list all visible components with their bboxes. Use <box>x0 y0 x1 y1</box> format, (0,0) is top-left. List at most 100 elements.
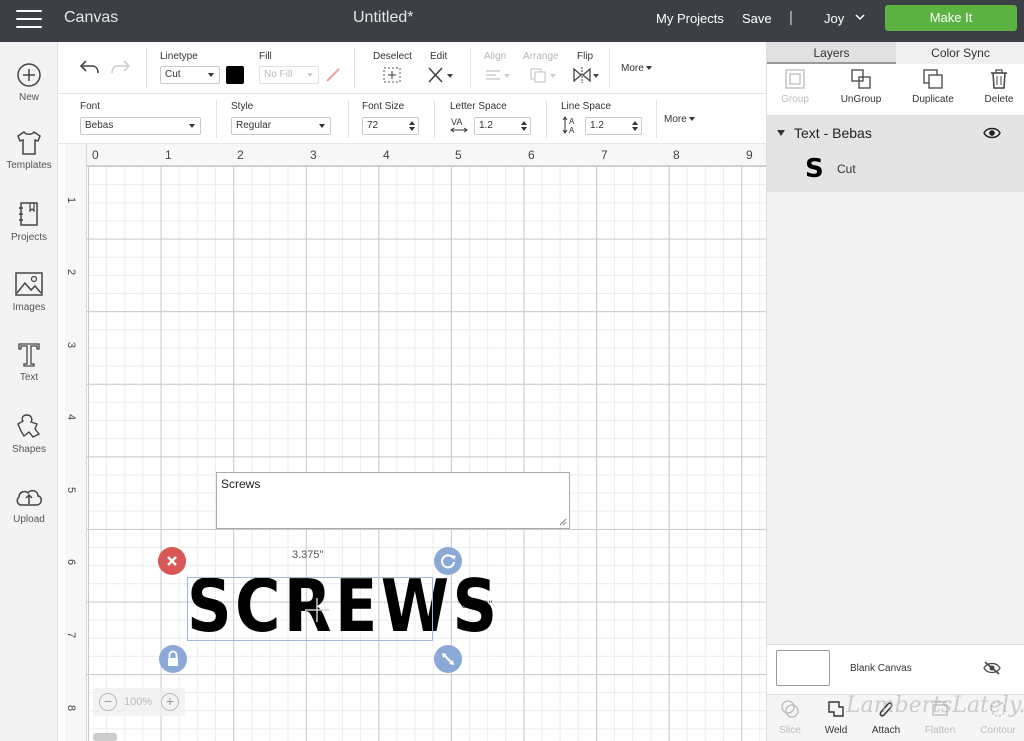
user-menu[interactable]: Joy <box>824 11 844 26</box>
duplicate-button[interactable]: Duplicate <box>901 68 965 105</box>
style-value: Regular <box>236 120 272 131</box>
align-label: Align <box>484 51 507 62</box>
zoom-in-button[interactable]: + <box>161 693 179 711</box>
line-space-input[interactable]: 1.2 <box>585 117 642 135</box>
toolbar-divider <box>146 48 147 88</box>
sidebar-item-label: Upload <box>13 514 45 525</box>
linetype-value: Cut <box>165 69 181 80</box>
sidebar-item-images[interactable]: Images <box>0 270 58 313</box>
rotate-icon <box>441 554 456 569</box>
svg-text:VA: VA <box>451 117 462 127</box>
font-size-input[interactable]: 72 <box>362 117 419 135</box>
eye-off-icon[interactable] <box>983 661 1001 675</box>
sidebar-item-label: Text <box>19 372 39 383</box>
notebook-icon <box>19 202 38 226</box>
chevron-down-icon[interactable] <box>777 130 785 136</box>
sidebar-item-templates[interactable]: Templates <box>0 130 58 171</box>
top-bar: Canvas Untitled* My Projects Save | Joy … <box>0 0 1024 42</box>
ruler-tick-label: 5 <box>455 148 462 162</box>
stepper-icon[interactable] <box>521 120 527 132</box>
line-space-icon: AA <box>562 116 575 135</box>
save-button[interactable]: Save <box>742 11 772 26</box>
weld-label: Weld <box>824 725 848 736</box>
zoom-out-button[interactable]: − <box>99 693 117 711</box>
sidebar-item-projects[interactable]: Projects <box>0 200 58 243</box>
tab-color-sync[interactable]: Color Sync <box>896 42 1024 64</box>
document-title[interactable]: Untitled* <box>353 9 413 27</box>
sidebar-item-text[interactable]: Text <box>0 340 58 383</box>
shapes-icon <box>17 414 41 438</box>
blank-canvas-row[interactable]: Blank Canvas <box>767 644 1024 694</box>
fill-select: No Fill <box>259 66 319 84</box>
horizontal-scrollbar[interactable] <box>93 733 117 741</box>
text-edit-box[interactable]: Screws <box>216 472 570 529</box>
resize-arrows-icon <box>442 653 454 665</box>
shirt-icon <box>17 130 41 155</box>
blank-canvas-swatch[interactable] <box>776 650 830 686</box>
sidebar-item-label: New <box>18 92 39 103</box>
toolbar-divider <box>354 48 355 88</box>
delete-handle[interactable] <box>158 547 186 575</box>
flip-icon[interactable] <box>571 65 601 85</box>
ruler-tick-label: 2 <box>65 268 78 276</box>
image-icon <box>15 272 43 296</box>
ungroup-label: UnGroup <box>840 94 882 105</box>
ruler-tick-label: 9 <box>746 148 753 162</box>
deselect-icon[interactable] <box>382 66 402 84</box>
layer-name: Text - Bebas <box>794 125 872 141</box>
tab-layers[interactable]: Layers <box>767 42 896 64</box>
flatten-label: Flatten <box>924 725 956 736</box>
linetype-select[interactable]: Cut <box>160 66 220 84</box>
sidebar-item-upload[interactable]: Upload <box>0 484 58 525</box>
edit-tools-icon[interactable] <box>426 65 454 85</box>
sidebar-item-new[interactable]: New <box>0 62 58 103</box>
svg-text:A: A <box>569 126 575 135</box>
hamburger-menu-icon[interactable] <box>16 10 42 30</box>
edit-toolbar: Linetype Cut Fill No Fill Deselect Edit … <box>58 42 766 94</box>
letter-space-icon: VA <box>450 117 468 133</box>
toolbar-divider <box>470 48 471 88</box>
make-it-button[interactable]: Make It <box>885 5 1017 31</box>
more-text-menu-button[interactable]: More <box>664 114 695 125</box>
chevron-down-icon[interactable] <box>855 12 865 22</box>
linetype-color-swatch[interactable] <box>226 66 244 84</box>
move-crosshair-icon <box>305 598 329 622</box>
ruler-tick-label: 3 <box>65 341 78 349</box>
font-select[interactable]: Bebas <box>80 117 201 135</box>
group-button: Group <box>763 68 827 105</box>
more-label: More <box>664 114 687 125</box>
layer-group-text-bebas[interactable]: Text - Bebas S Cut <box>767 116 1024 192</box>
style-select[interactable]: Regular <box>231 117 331 135</box>
line-space-value: 1.2 <box>590 120 604 131</box>
ruler-tick-label: 0 <box>92 148 99 162</box>
app-title: Canvas <box>64 9 119 26</box>
delete-button[interactable]: Delete <box>967 68 1024 105</box>
ruler-tick-label: 8 <box>65 704 78 712</box>
undo-icon[interactable] <box>78 58 100 76</box>
edit-label: Edit <box>430 51 448 62</box>
sidebar-item-label: Shapes <box>12 444 46 455</box>
layer-tools: Group UnGroup Duplicate Delete <box>767 64 1024 116</box>
ruler-tick-label: 3 <box>310 148 317 162</box>
scale-handle[interactable] <box>434 645 462 673</box>
duplicate-label: Duplicate <box>912 94 954 105</box>
lock-handle[interactable] <box>159 645 187 673</box>
ungroup-button[interactable]: UnGroup <box>829 68 893 105</box>
ruler-tick-label: 5 <box>65 486 78 494</box>
canvas-grid[interactable] <box>87 166 766 741</box>
rotate-handle[interactable] <box>434 547 462 575</box>
more-menu-button[interactable]: More <box>621 63 652 74</box>
width-dimension-label: 3.375" <box>292 549 324 561</box>
sidebar-item-shapes[interactable]: Shapes <box>0 412 58 455</box>
eye-icon[interactable] <box>983 126 1001 140</box>
letter-space-input[interactable]: 1.2 <box>474 117 531 135</box>
stepper-icon[interactable] <box>409 120 415 132</box>
slice-label: Slice <box>779 725 801 736</box>
flip-label: Flip <box>577 51 594 62</box>
my-projects-link[interactable]: My Projects <box>656 11 724 26</box>
stepper-icon[interactable] <box>632 120 638 132</box>
resize-grip-icon[interactable] <box>559 518 567 526</box>
trash-icon <box>991 69 1007 89</box>
line-space-label: Line Space <box>561 101 612 112</box>
toolbar-divider <box>434 100 435 138</box>
